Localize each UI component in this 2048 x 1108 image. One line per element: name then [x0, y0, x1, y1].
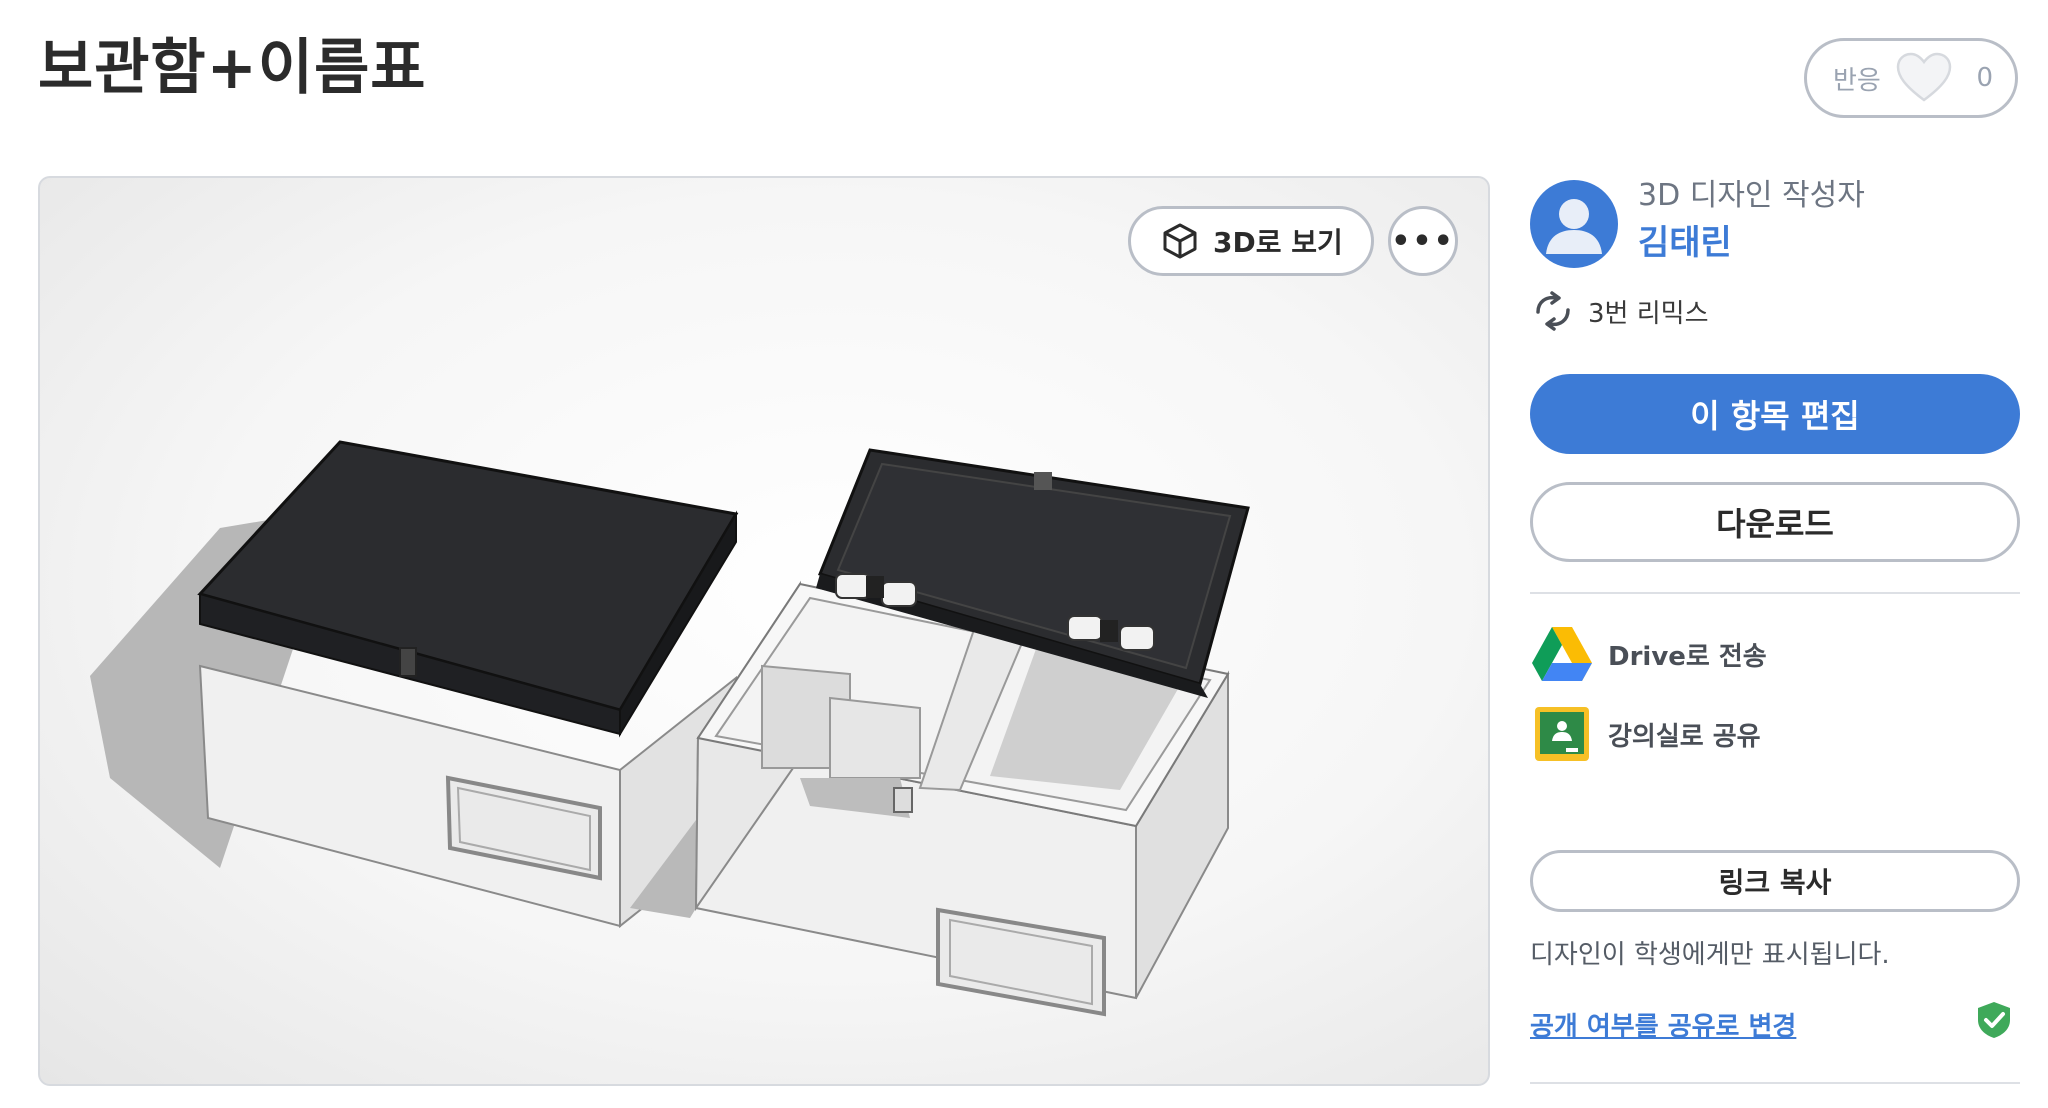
remix-text: 3번 리믹스 — [1588, 298, 1709, 329]
view-3d-button[interactable]: 3D로 보기 — [1128, 206, 1374, 276]
send-to-drive-label: Drive로 전송 — [1608, 641, 1767, 672]
google-drive-icon — [1530, 624, 1594, 684]
send-to-drive-button[interactable]: Drive로 전송 — [1530, 624, 1767, 684]
heart-icon — [1895, 52, 1953, 104]
reaction-count: 0 — [1976, 63, 1993, 93]
visibility-note: 디자인이 학생에게만 표시됩니다. — [1530, 940, 1890, 970]
google-classroom-icon — [1530, 704, 1594, 764]
share-to-classroom-button[interactable]: 강의실로 공유 — [1530, 704, 1761, 764]
more-options-button[interactable]: ••• — [1388, 206, 1458, 276]
avatar[interactable] — [1530, 180, 1618, 268]
copy-link-button[interactable]: 링크 복사 — [1530, 850, 2020, 912]
cube-icon — [1161, 222, 1199, 260]
author-role: 3D 디자인 작성자 — [1638, 178, 1865, 213]
remix-count: 3번 리믹스 — [1530, 290, 1709, 332]
page-title: 보관함+이름표 — [38, 33, 427, 103]
more-dots-icon: ••• — [1391, 223, 1455, 259]
download-button[interactable]: 다운로드 — [1530, 482, 2020, 562]
model-viewer[interactable] — [38, 176, 1490, 1086]
reaction-button[interactable]: 반응 0 — [1804, 38, 2018, 118]
reaction-label: 반응 — [1833, 65, 1881, 96]
divider — [1530, 592, 2020, 594]
model-render — [90, 440, 1250, 1017]
shield-check-icon — [1978, 1002, 2010, 1038]
remix-icon — [1530, 290, 1576, 332]
divider — [1530, 1082, 2020, 1084]
change-visibility-link[interactable]: 공개 여부를 공유로 변경 — [1530, 1006, 1796, 1043]
user-icon — [1546, 199, 1602, 254]
share-to-classroom-label: 강의실로 공유 — [1608, 721, 1761, 752]
author-name[interactable]: 김태린 — [1638, 220, 1732, 266]
edit-button[interactable]: 이 항목 편집 — [1530, 374, 2020, 454]
view-3d-label: 3D로 보기 — [1213, 226, 1343, 259]
